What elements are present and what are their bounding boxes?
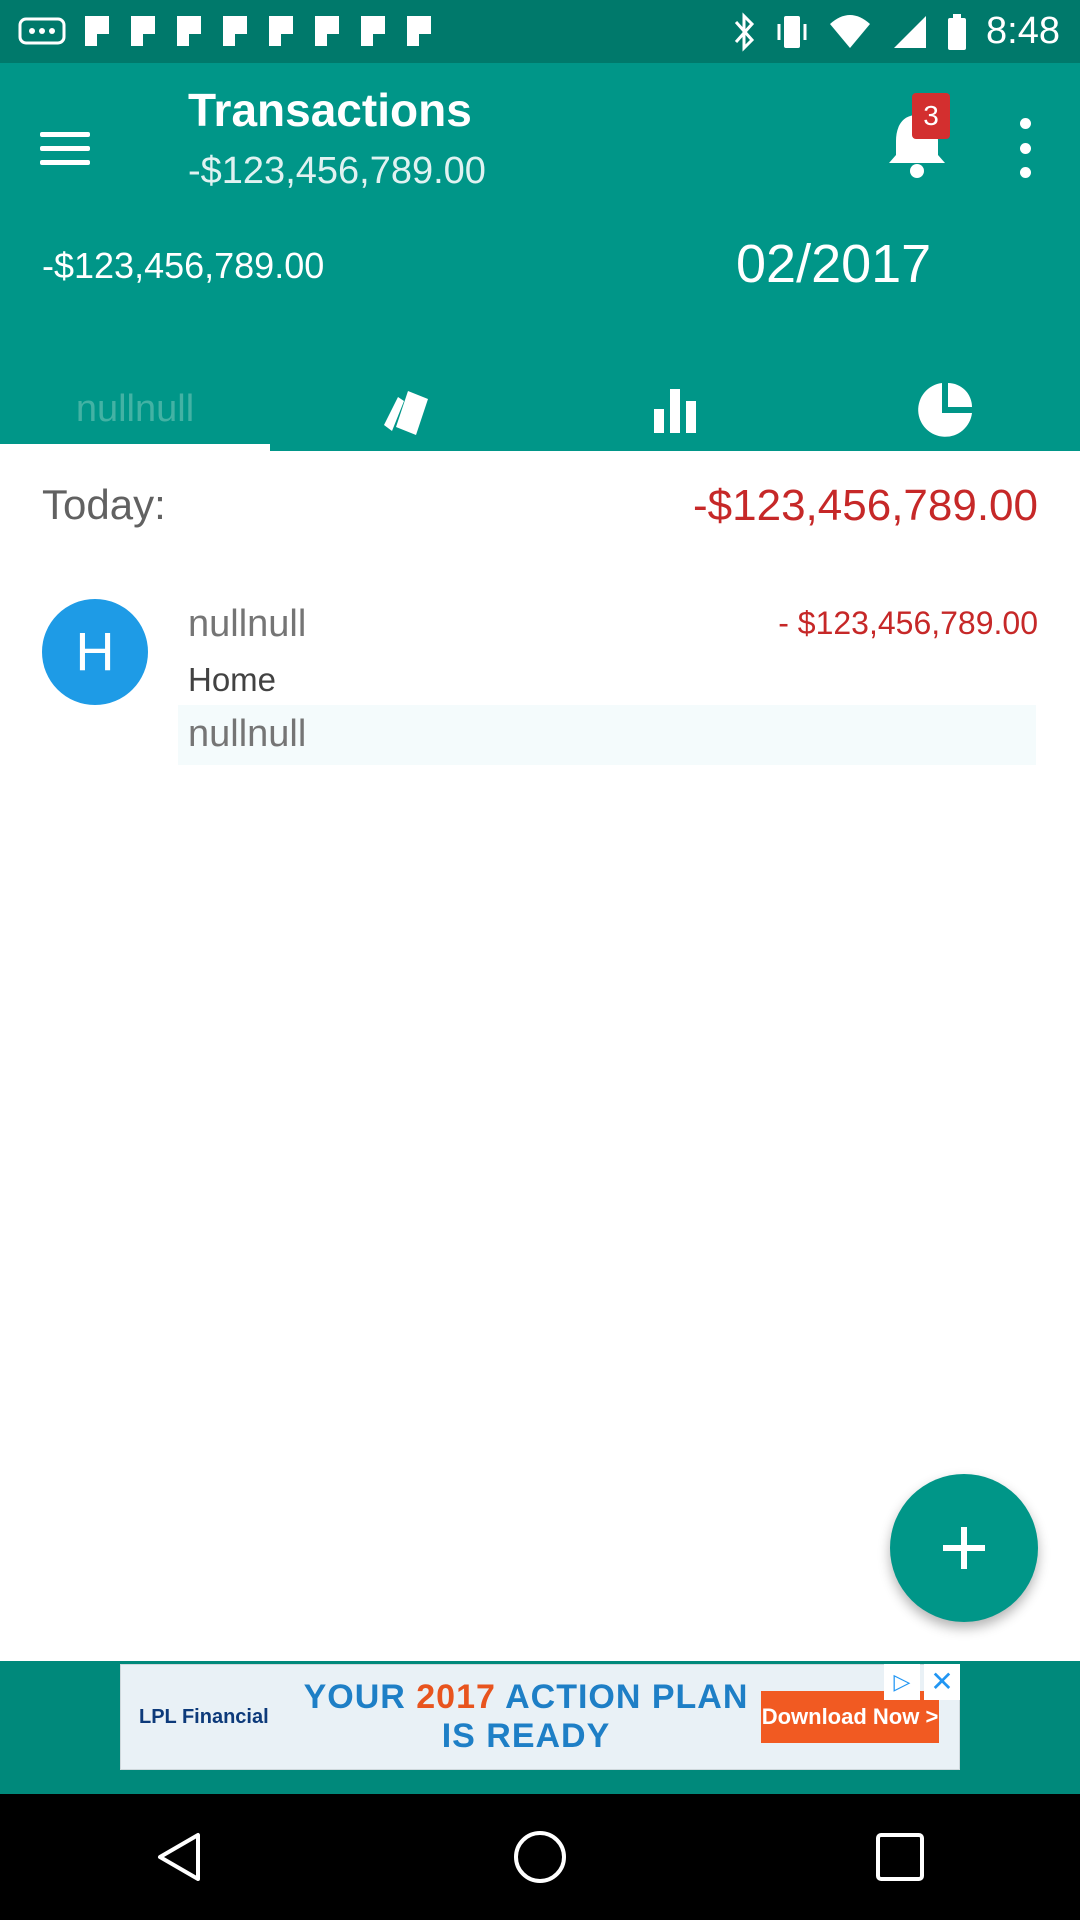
recents-button[interactable]: [840, 1797, 960, 1917]
add-transaction-button[interactable]: [890, 1474, 1038, 1622]
ad-info-icon[interactable]: ▷: [884, 1664, 920, 1700]
notification-badge: 3: [912, 93, 950, 139]
flag-icon: [177, 16, 201, 46]
month-selector[interactable]: 02/2017: [736, 233, 931, 295]
tab-bar: nullnull: [0, 368, 1080, 451]
ad-banner[interactable]: LPL Financial YOUR 2017 ACTION PLAN IS R…: [120, 1664, 960, 1770]
bluetooth-icon: [734, 11, 755, 52]
more-dots-icon: [18, 17, 66, 45]
vibrate-icon: [777, 15, 807, 48]
home-circle-icon: [514, 1831, 566, 1883]
ad-headline-part: YOUR: [303, 1678, 417, 1716]
app-bar: Transactions -$123,456,789.00 3 -$123,45…: [0, 63, 1080, 451]
plus-icon: [943, 1527, 985, 1569]
cards-icon: [384, 390, 428, 435]
status-system: 8:48: [732, 10, 1060, 53]
ad-brand: LPL Financial: [139, 1705, 269, 1728]
tab-bar-chart[interactable]: [540, 368, 810, 451]
back-button[interactable]: [120, 1797, 240, 1917]
transaction-note[interactable]: nullnull: [178, 705, 1036, 765]
back-triangle-icon: [158, 1833, 200, 1881]
flag-icon: [223, 16, 247, 46]
ad-headline: YOUR 2017 ACTION PLAN IS READY: [291, 1678, 761, 1756]
tab-cards[interactable]: [270, 368, 540, 451]
flag-icon: [361, 16, 385, 46]
page-title: Transactions: [188, 84, 472, 136]
signal-icon: [894, 15, 927, 48]
flag-icon: [315, 16, 339, 46]
tab-pie-chart[interactable]: [810, 368, 1080, 451]
status-time: 8:48: [986, 10, 1060, 52]
transaction-category: Home: [188, 661, 277, 698]
pie-chart-icon: [918, 382, 972, 437]
flag-icon: [407, 16, 431, 46]
avatar-letter: H: [75, 622, 115, 682]
menu-icon[interactable]: [40, 118, 106, 178]
flag-icon: [131, 16, 155, 46]
transactions-list: Today: -$123,456,789.00 H nullnull - $12…: [0, 451, 1080, 1661]
overflow-menu-icon[interactable]: [1010, 118, 1040, 178]
battery-icon: [948, 13, 967, 50]
flag-icon: [269, 16, 293, 46]
summary-label: Today:: [42, 481, 166, 528]
home-button[interactable]: [480, 1797, 600, 1917]
page-subtitle: -$123,456,789.00: [188, 150, 486, 192]
transaction-title[interactable]: nullnull: [188, 603, 306, 646]
ad-close-icon[interactable]: ✕: [924, 1664, 960, 1700]
tab-transactions[interactable]: nullnull: [0, 368, 270, 451]
status-notifications: [18, 14, 434, 48]
recents-square-icon: [876, 1833, 924, 1881]
system-nav-bar: [0, 1794, 1080, 1920]
transaction-amount: - $123,456,789.00: [778, 605, 1038, 641]
ad-headline-year: 2017: [416, 1678, 496, 1716]
flag-icon: [85, 16, 109, 46]
balance-amount: -$123,456,789.00: [42, 245, 325, 286]
tab-label: nullnull: [75, 388, 195, 430]
summary-amount: -$123,456,789.00: [693, 481, 1038, 530]
category-avatar: H: [42, 599, 148, 705]
wifi-icon: [830, 14, 871, 48]
status-bar: 8:48: [0, 0, 1080, 63]
bar-chart-icon: [654, 388, 696, 433]
